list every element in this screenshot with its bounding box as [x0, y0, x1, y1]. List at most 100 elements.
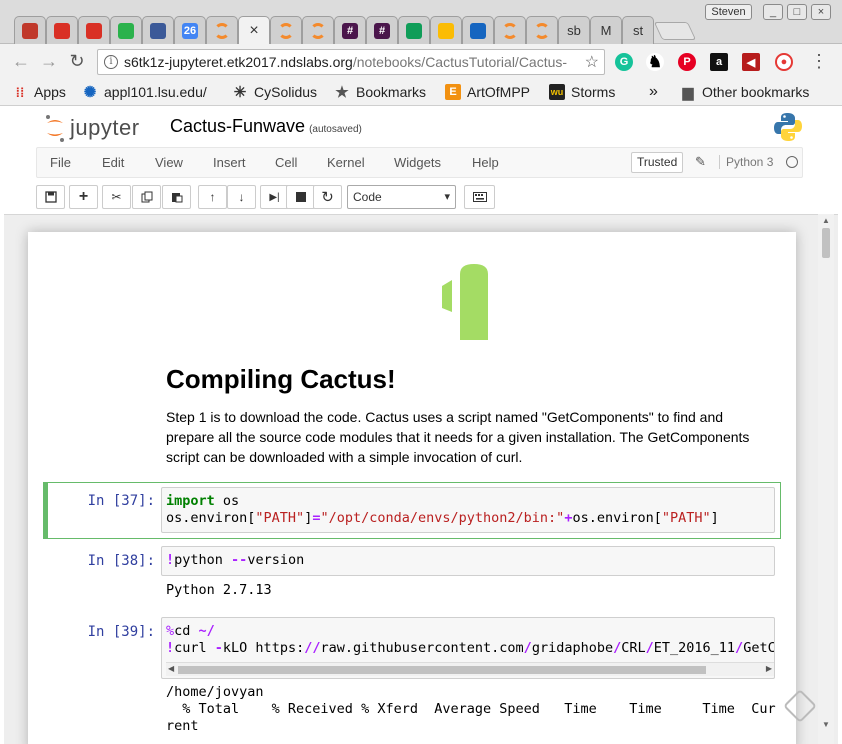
evernote-extension-icon[interactable]: ♞ — [646, 53, 664, 71]
vertical-scrollbar[interactable]: ▲ ▼ — [818, 214, 834, 744]
reload-icon[interactable]: ↻ — [66, 50, 88, 72]
record-extension-icon[interactable]: ● — [775, 53, 793, 71]
cut-cell-button[interactable]: ✂ — [102, 185, 131, 209]
keyboard-icon — [472, 192, 487, 202]
close-tab-icon: × — [249, 21, 259, 39]
url-text[interactable]: s6tk1z-jupyteret.etk2017.ndslabs.org/not… — [124, 54, 576, 70]
tab-label: sb — [567, 23, 581, 38]
bookmark-apps[interactable]: ⁞⁞ Apps — [12, 82, 66, 102]
minimize-button[interactable]: _ — [763, 4, 783, 20]
move-cell-up-button[interactable]: ↑ — [198, 185, 227, 209]
cell-prompt: In [37]: — [87, 493, 155, 509]
maximize-button[interactable]: □ — [787, 4, 807, 20]
browser-tab[interactable]: sb — [558, 16, 590, 44]
run-cell-button[interactable]: ▶| — [260, 185, 289, 209]
tab-label: st — [632, 23, 644, 38]
bookmark-star-icon[interactable]: ☆ — [585, 52, 599, 72]
pinterest-extension-icon[interactable]: P — [678, 53, 696, 71]
storms-icon: wu — [549, 84, 565, 100]
bookmark-label: appl101.lsu.edu/ — [104, 84, 207, 100]
browser-tab[interactable]: # — [366, 16, 398, 44]
browser-tab[interactable]: 26 — [174, 16, 206, 44]
browser-tab[interactable] — [526, 16, 558, 44]
bookmark-appl101[interactable]: ✺ appl101.lsu.edu/ — [82, 82, 207, 102]
browser-tab[interactable] — [78, 16, 110, 44]
code-input[interactable]: import os os.environ["PATH"]="/opt/conda… — [161, 487, 775, 533]
notebook-title[interactable]: Cactus-Funwave (autosaved) — [170, 116, 362, 137]
new-tab-button[interactable] — [653, 22, 697, 40]
kernel-name[interactable]: Python 3 — [719, 155, 773, 169]
save-button[interactable] — [36, 185, 65, 209]
interrupt-kernel-button[interactable] — [286, 185, 315, 209]
trusted-indicator[interactable]: Trusted — [631, 152, 684, 173]
menu-kernel[interactable]: Kernel — [327, 155, 365, 170]
horizontal-scrollbar-thumb[interactable] — [178, 666, 706, 674]
code-input[interactable]: !python --version — [161, 546, 775, 576]
scroll-right-arrow-icon[interactable]: ▶ — [766, 664, 772, 673]
browser-tab[interactable] — [270, 16, 302, 44]
command-palette-button[interactable] — [464, 185, 495, 209]
markdown-paragraph: Step 1 is to download the code. Cactus u… — [166, 409, 750, 465]
amazon-extension-icon[interactable]: a — [710, 53, 728, 71]
notebook-toolbar: + ✂ ↑ ↓ ▶| ↻ Code — [36, 183, 803, 211]
close-window-button[interactable]: × — [811, 4, 831, 20]
browser-tab[interactable] — [302, 16, 334, 44]
menu-view[interactable]: View — [155, 155, 183, 170]
jupyter-logo[interactable]: jupyter — [44, 113, 140, 143]
forward-arrow-icon[interactable]: → — [38, 50, 60, 72]
browser-tab[interactable] — [110, 16, 142, 44]
menu-widgets[interactable]: Widgets — [394, 155, 441, 170]
address-bar[interactable]: i s6tk1z-jupyteret.etk2017.ndslabs.org/n… — [97, 49, 605, 75]
browser-tab[interactable]: M — [590, 16, 622, 44]
url-path: /notebooks/CactusTutorial/Cactus- — [352, 54, 568, 70]
bookmark-storms[interactable]: wu Storms — [549, 82, 615, 102]
paste-cell-button[interactable] — [162, 185, 191, 209]
arrow-down-icon: ↓ — [238, 190, 245, 204]
move-cell-down-button[interactable]: ↓ — [227, 185, 256, 209]
menu-insert[interactable]: Insert — [213, 155, 246, 170]
menu-help[interactable]: Help — [472, 155, 499, 170]
browser-tab[interactable] — [206, 16, 238, 44]
horizontal-scrollbar[interactable]: ◀ ▶ — [166, 662, 774, 676]
browser-tab[interactable] — [494, 16, 526, 44]
browser-tab[interactable] — [14, 16, 46, 44]
bookmark-label: Bookmarks — [356, 84, 427, 100]
copy-cell-button[interactable] — [132, 185, 161, 209]
grammarly-extension-icon[interactable]: G — [615, 53, 633, 71]
browser-tab[interactable]: # — [334, 16, 366, 44]
url-host: s6tk1z-jupyteret.etk2017.ndslabs.org — [124, 54, 353, 70]
tab-strip: 26 × # # sb Mst Steven _ □ × — [0, 0, 842, 44]
back-arrow-icon[interactable]: ← — [10, 50, 32, 72]
browser-tab[interactable] — [398, 16, 430, 44]
browser-tab[interactable] — [462, 16, 494, 44]
scroll-left-arrow-icon[interactable]: ◀ — [168, 664, 174, 673]
user-profile-chip[interactable]: Steven — [705, 4, 752, 20]
bookmark-cysolidus[interactable]: ✳ CySolidus — [232, 82, 317, 102]
menu-edit[interactable]: Edit — [102, 155, 124, 170]
cell-output: /home/jovyan % Total % Received % Xferd … — [166, 684, 776, 734]
browser-tab[interactable] — [142, 16, 174, 44]
chrome-menu-icon[interactable]: ⋮ — [808, 50, 830, 72]
bookmarks-overflow-button[interactable]: » — [649, 82, 658, 102]
bookmark-bookmarks[interactable]: ★ Bookmarks — [334, 82, 426, 102]
menu-file[interactable]: File — [50, 155, 71, 170]
menu-cell[interactable]: Cell — [275, 155, 297, 170]
bookmark-artofmpp[interactable]: E ArtOfMPP — [445, 82, 530, 102]
jupyter-icon — [310, 22, 326, 39]
bookmark-other-folder[interactable]: ▆ Other bookmarks — [680, 82, 810, 102]
info-icon[interactable]: i — [104, 55, 118, 69]
browser-tab[interactable] — [430, 16, 462, 44]
scroll-up-arrow-icon[interactable]: ▲ — [822, 216, 830, 225]
scrollbar-thumb[interactable] — [822, 228, 830, 258]
restart-kernel-button[interactable]: ↻ — [313, 185, 342, 209]
insert-cell-button[interactable]: + — [69, 185, 98, 209]
browser-tab[interactable]: st — [622, 16, 654, 44]
browser-tab[interactable] — [46, 16, 78, 44]
jupyter-icon — [534, 22, 550, 39]
cell-type-select[interactable]: Code — [347, 185, 456, 209]
speaker-extension-icon[interactable]: ◀ — [742, 53, 760, 71]
cell-output: Python 2.7.13 — [166, 582, 272, 598]
scroll-down-arrow-icon[interactable]: ▼ — [822, 720, 830, 729]
browser-tab[interactable]: × — [238, 16, 270, 44]
bookmark-label: CySolidus — [254, 84, 318, 100]
